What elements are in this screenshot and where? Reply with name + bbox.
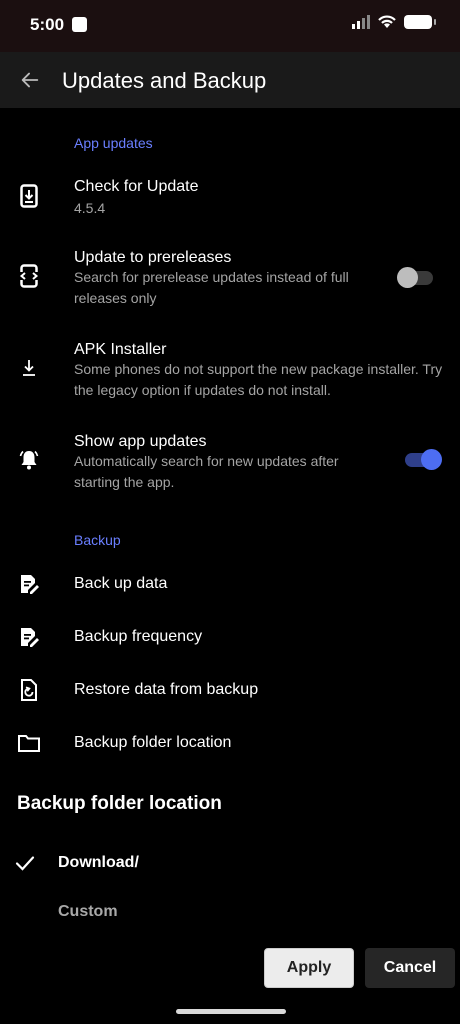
status-icons	[352, 14, 436, 29]
folder-icon	[17, 731, 41, 755]
backup-frequency-item[interactable]: Backup frequency	[0, 611, 460, 663]
dialog-title: Backup folder location	[17, 793, 222, 814]
version-text: 4.5.4	[74, 200, 106, 216]
file-restore-icon	[17, 678, 41, 702]
backup-folder-title: Backup folder location	[74, 734, 232, 751]
prereleases-toggle[interactable]	[397, 267, 433, 288]
check-for-update-item[interactable]: Check for Update 4.5.4	[0, 170, 460, 226]
restore-data-item[interactable]: Restore data from backup	[0, 664, 460, 716]
check-icon	[14, 852, 36, 874]
back-button[interactable]	[14, 64, 46, 96]
backup-folder-item[interactable]: Backup folder location	[0, 717, 460, 769]
show-app-updates-title: Show app updates	[74, 433, 207, 450]
signal-icon	[352, 14, 370, 29]
backup-frequency-title: Backup frequency	[74, 628, 203, 645]
prereleases-description: Search for prerelease updates instead of…	[74, 269, 349, 306]
file-edit-icon	[17, 572, 41, 596]
phone-code-icon	[17, 264, 41, 288]
app-bar: Updates and Backup	[0, 52, 460, 108]
section-header-backup: Backup	[74, 532, 121, 548]
cancel-button[interactable]: Cancel	[365, 948, 455, 988]
file-edit-icon	[17, 625, 41, 649]
option-custom[interactable]: Custom	[0, 893, 460, 933]
back-up-data-item[interactable]: Back up data	[0, 558, 460, 610]
prereleases-item[interactable]: Update to prereleases Search for prerele…	[0, 240, 460, 310]
toggle-knob	[397, 267, 418, 288]
show-app-updates-toggle[interactable]	[405, 449, 442, 470]
status-bar: 5:00	[0, 0, 460, 52]
show-app-updates-description: Automatically search for new updates aft…	[74, 453, 339, 490]
apply-button[interactable]: Apply	[264, 948, 354, 988]
battery-icon	[404, 14, 436, 29]
option-download[interactable]: Download/	[0, 844, 460, 884]
apk-installer-item[interactable]: APK Installer Some phones do not support…	[0, 332, 460, 402]
prereleases-title: Update to prereleases	[74, 249, 232, 266]
notification-icon	[72, 17, 87, 32]
apk-installer-description: Some phones do not support the new packa…	[74, 361, 443, 398]
check-for-update-title: Check for Update	[74, 178, 199, 195]
restore-data-title: Restore data from backup	[74, 681, 259, 698]
page-title: Updates and Backup	[62, 68, 267, 93]
section-header-app-updates: App updates	[74, 135, 153, 151]
option-label: Download/	[58, 854, 139, 871]
option-label: Custom	[58, 903, 118, 920]
toggle-knob	[421, 449, 442, 470]
bell-ring-icon	[17, 448, 41, 472]
wifi-icon	[378, 15, 396, 28]
phone-download-icon	[17, 184, 41, 208]
back-up-data-title: Back up data	[74, 575, 168, 592]
show-app-updates-item[interactable]: Show app updates Automatically search fo…	[0, 424, 460, 494]
download-icon	[17, 356, 41, 380]
status-time: 5:00	[30, 15, 65, 34]
arrow-left-icon	[21, 72, 39, 88]
home-indicator[interactable]	[176, 1009, 286, 1014]
apk-installer-title: APK Installer	[74, 341, 167, 358]
